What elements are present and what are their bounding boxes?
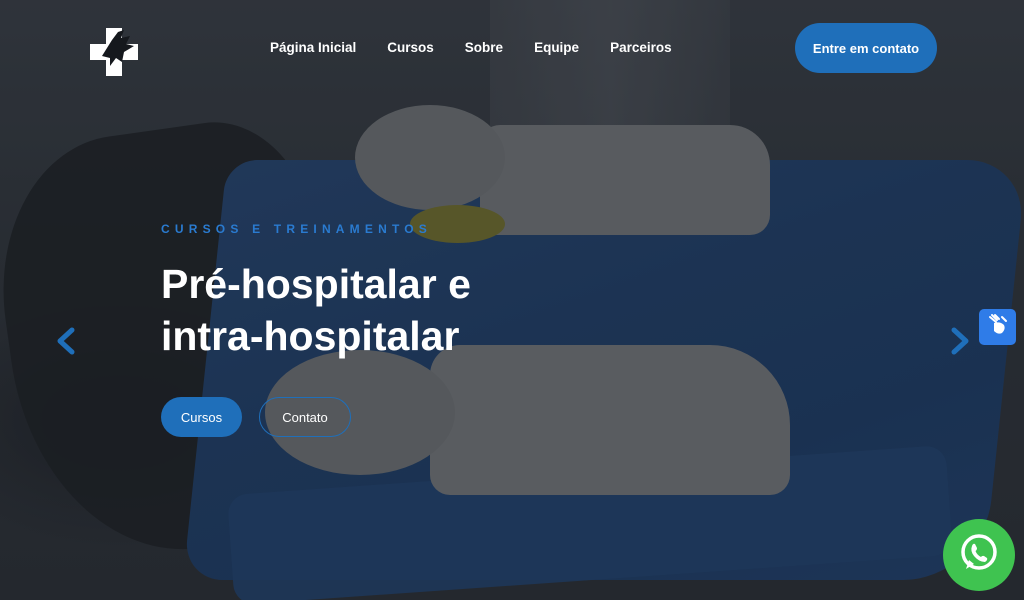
main-nav: Página Inicial Cursos Sobre Equipe Parce… [270,40,703,55]
contato-button[interactable]: Contato [259,397,351,437]
nav-home[interactable]: Página Inicial [270,40,356,55]
chevron-left-icon[interactable] [54,326,78,356]
nav-cursos[interactable]: Cursos [387,40,434,55]
hero-headline: Pré-hospitalar e intra-hospitalar [161,258,581,362]
chevron-right-icon[interactable] [948,326,972,356]
nav-equipe[interactable]: Equipe [534,40,579,55]
accessibility-widget-button[interactable] [979,309,1016,345]
hero-headline-line1: Pré-hospitalar e [161,261,471,307]
eagle-cross-logo[interactable] [88,26,140,78]
hero-headline-line2: intra-hospitalar [161,313,460,359]
nav-sobre[interactable]: Sobre [465,40,503,55]
contact-cta-button[interactable]: Entre em contato [795,23,937,73]
whatsapp-button[interactable] [943,519,1015,591]
nav-parceiros[interactable]: Parceiros [610,40,672,55]
hero-eyebrow: CURSOS E TREINAMENTOS [161,222,432,236]
sign-language-icon [986,313,1010,342]
whatsapp-icon [957,531,1001,580]
cursos-button[interactable]: Cursos [161,397,242,437]
